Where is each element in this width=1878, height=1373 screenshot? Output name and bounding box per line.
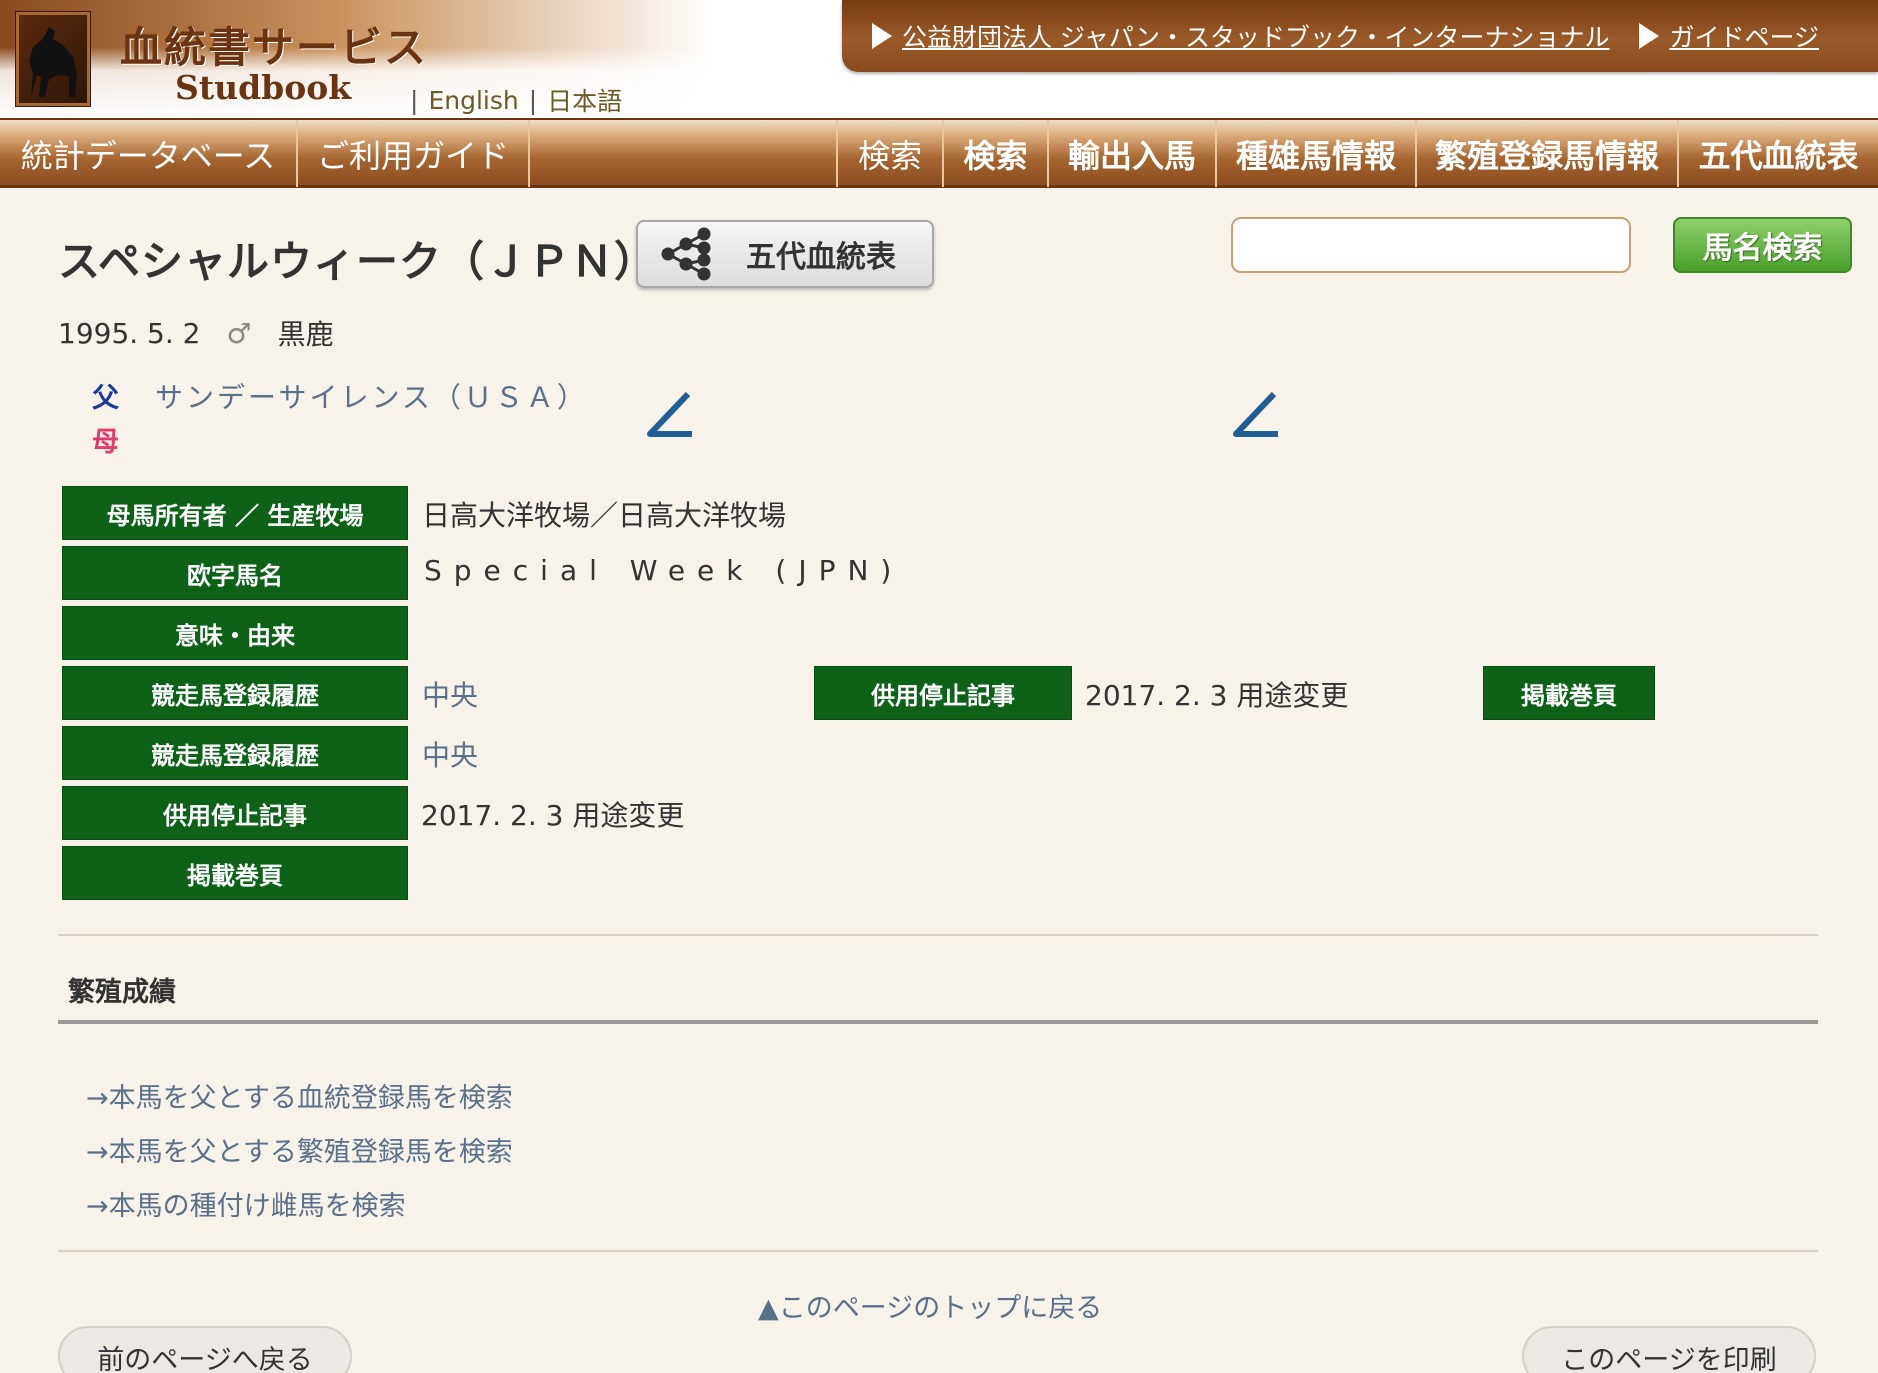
- top-links-bar: 公益財団法人 ジャパン・スタッドブック・インターナショナル ガイドページ: [842, 0, 1878, 72]
- stud-retirement-value: 2017. 2. 3 用途変更: [1085, 679, 1349, 712]
- five-gen-pedigree-button[interactable]: 五代血統表: [636, 220, 934, 288]
- meaning-origin-label: 意味・由来: [62, 606, 408, 660]
- main-nav: 統計データベース ご利用ガイド 検索 検索 輸出入馬 種雄馬情報 繁殖登録馬情報…: [0, 118, 1878, 188]
- owner-breeder-value: 日高大洋牧場／日高大洋牧場: [422, 499, 787, 532]
- race-registration-link[interactable]: 中央: [422, 734, 478, 774]
- angle-mark-icon: [647, 391, 692, 437]
- lang-english-link[interactable]: English: [428, 86, 518, 115]
- volume-page-label: 掲載巻頁: [1483, 666, 1655, 720]
- horse-silhouette-icon: [29, 27, 77, 97]
- horse-logo-icon[interactable]: [16, 12, 90, 106]
- play-arrow-icon: [1639, 23, 1660, 49]
- stud-retirement-label: 供用停止記事: [814, 666, 1072, 720]
- dam-label: 母: [92, 427, 119, 458]
- horse-name: スペシャルウィーク（ＪＰＮ）: [58, 237, 658, 286]
- volume-page-label: 掲載巻頁: [62, 846, 408, 900]
- print-page-button[interactable]: このページを印刷: [1522, 1326, 1816, 1373]
- horse-name-search-button[interactable]: 馬名検索: [1673, 217, 1852, 273]
- sire-label: 父: [92, 383, 119, 414]
- lang-separator: |: [410, 85, 419, 115]
- coat-color: 黒鹿: [277, 318, 334, 351]
- search-broodmares-by-sire-link[interactable]: →本馬を父とする繁殖登録馬を検索: [86, 1130, 513, 1169]
- nav-stallion-info[interactable]: 種雄馬情報: [1217, 120, 1417, 187]
- nav-usage-guide[interactable]: ご利用ガイド: [298, 120, 530, 187]
- back-to-top-link[interactable]: ▲このページのトップに戻る: [758, 1286, 1102, 1325]
- race-registration-label: 競走馬登録履歴: [62, 726, 408, 780]
- play-arrow-icon: [872, 23, 892, 49]
- previous-page-button[interactable]: 前のページへ戻る: [58, 1326, 352, 1373]
- nav-statistics-db[interactable]: 統計データベース: [0, 120, 298, 187]
- search-foals-by-sire-link[interactable]: →本馬を父とする血統登録馬を検索: [86, 1076, 513, 1115]
- stud-retirement-value: 2017. 2. 3 用途変更: [421, 799, 685, 832]
- stud-retirement-label: 供用停止記事: [62, 786, 408, 840]
- brand-subtitle: Studbook: [175, 68, 352, 107]
- divider: [58, 934, 1818, 936]
- race-registration-link[interactable]: 中央: [422, 674, 478, 714]
- birth-date: 1995. 5. 2: [58, 316, 201, 350]
- nav-five-gen-pedigree[interactable]: 五代血統表: [1679, 120, 1878, 187]
- nav-import-export[interactable]: 輸出入馬: [1049, 120, 1217, 187]
- lang-separator: |: [528, 85, 538, 115]
- owner-breeder-label: 母馬所有者 ／ 生産牧場: [62, 486, 408, 540]
- sire-name-link[interactable]: サンデーサイレンス（ＵＳＡ）: [155, 376, 588, 416]
- nav-search-1[interactable]: 検索: [836, 120, 944, 187]
- five-gen-pedigree-button-label: 五代血統表: [746, 240, 896, 275]
- guide-page-link-label: ガイドページ: [1669, 23, 1819, 52]
- race-registration-label: 競走馬登録履歴: [62, 666, 408, 720]
- search-covered-mares-link[interactable]: →本馬の種付け雌馬を検索: [86, 1184, 406, 1223]
- language-switch: | English | 日本語: [410, 82, 622, 118]
- angle-mark-icon: [1233, 391, 1278, 437]
- nav-search-2[interactable]: 検索: [944, 120, 1049, 187]
- section-divider: [58, 1020, 1818, 1024]
- breeding-record-title: 繁殖成績: [68, 977, 176, 1008]
- brand-title: 血統書サービス: [120, 23, 429, 72]
- male-icon: ♂: [226, 316, 252, 350]
- english-name-value: Special Week (JPN): [424, 554, 904, 587]
- pedigree-tree-icon: [661, 227, 711, 281]
- guide-page-link[interactable]: ガイドページ: [1639, 18, 1819, 54]
- divider: [58, 1250, 1818, 1252]
- lang-japanese-link[interactable]: 日本語: [547, 82, 622, 118]
- jsbi-link-label: 公益財団法人 ジャパン・スタッドブック・インターナショナル: [902, 23, 1610, 52]
- horse-name-search-input[interactable]: [1231, 217, 1631, 273]
- nav-breeding-info[interactable]: 繁殖登録馬情報: [1417, 120, 1679, 187]
- site-header: 血統書サービス Studbook | English | 日本語 公益財団法人 …: [0, 0, 1878, 118]
- english-name-label: 欧字馬名: [62, 546, 408, 600]
- jsbi-link[interactable]: 公益財団法人 ジャパン・スタッドブック・インターナショナル: [872, 18, 1609, 54]
- birth-info: 1995. 5. 2 ♂ 黒鹿: [58, 313, 334, 353]
